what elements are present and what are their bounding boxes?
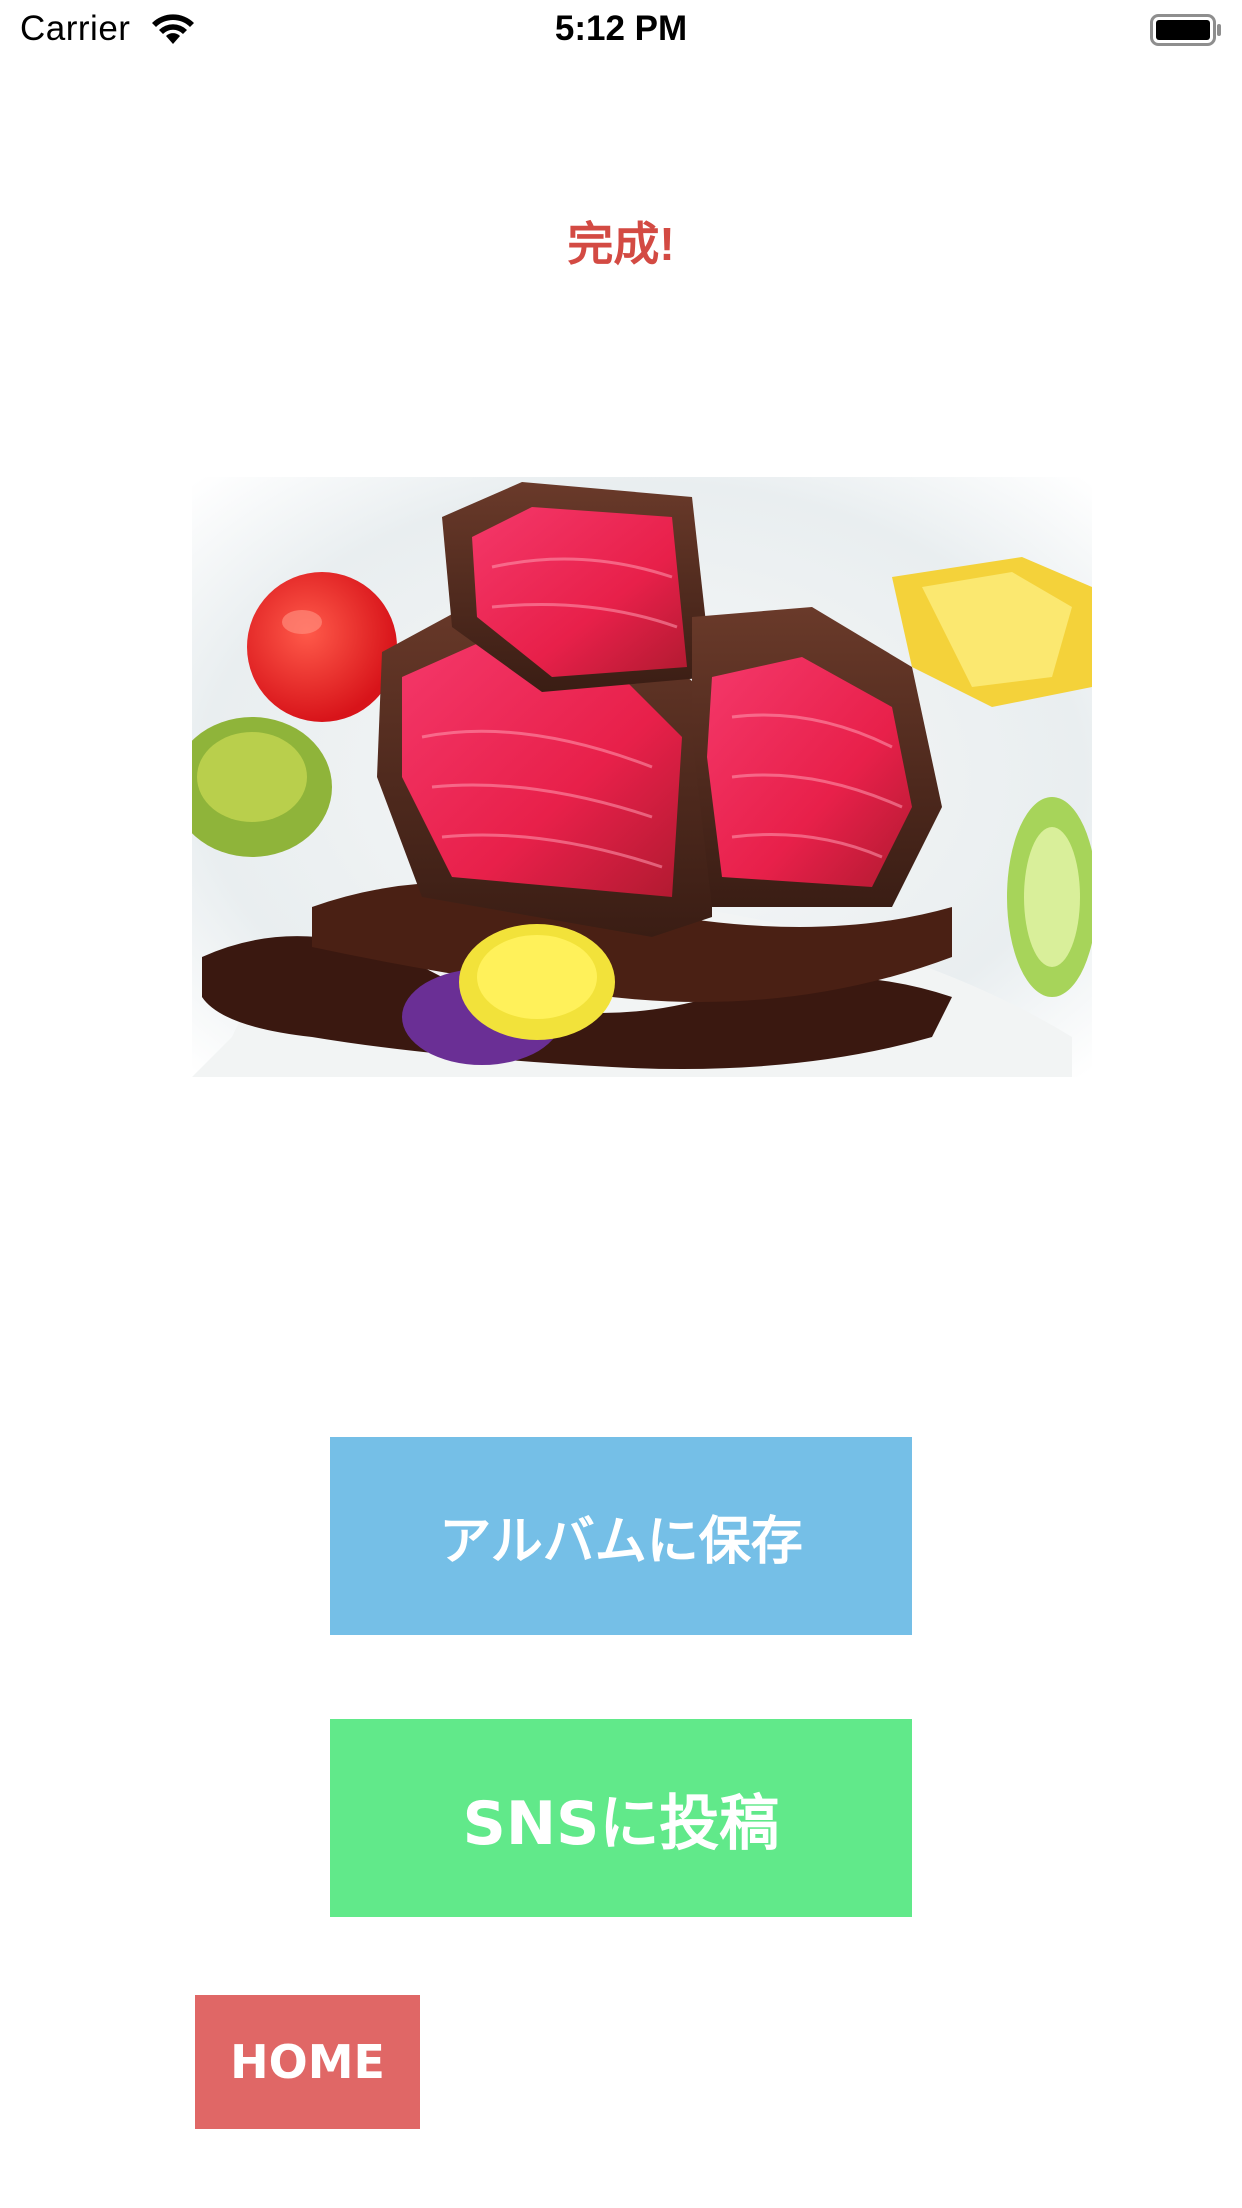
save-to-album-button[interactable]: アルバムに保存 (330, 1437, 912, 1635)
post-to-sns-button[interactable]: SNSに投稿 (330, 1719, 912, 1917)
status-bar: Carrier 5:12 PM (0, 0, 1242, 62)
clock-time: 5:12 PM (554, 9, 688, 48)
home-button[interactable]: HOME (195, 1995, 420, 2129)
steak-dish-photo (192, 477, 1092, 1077)
page-title: 完成! (567, 218, 675, 270)
battery-icon (1150, 14, 1222, 46)
